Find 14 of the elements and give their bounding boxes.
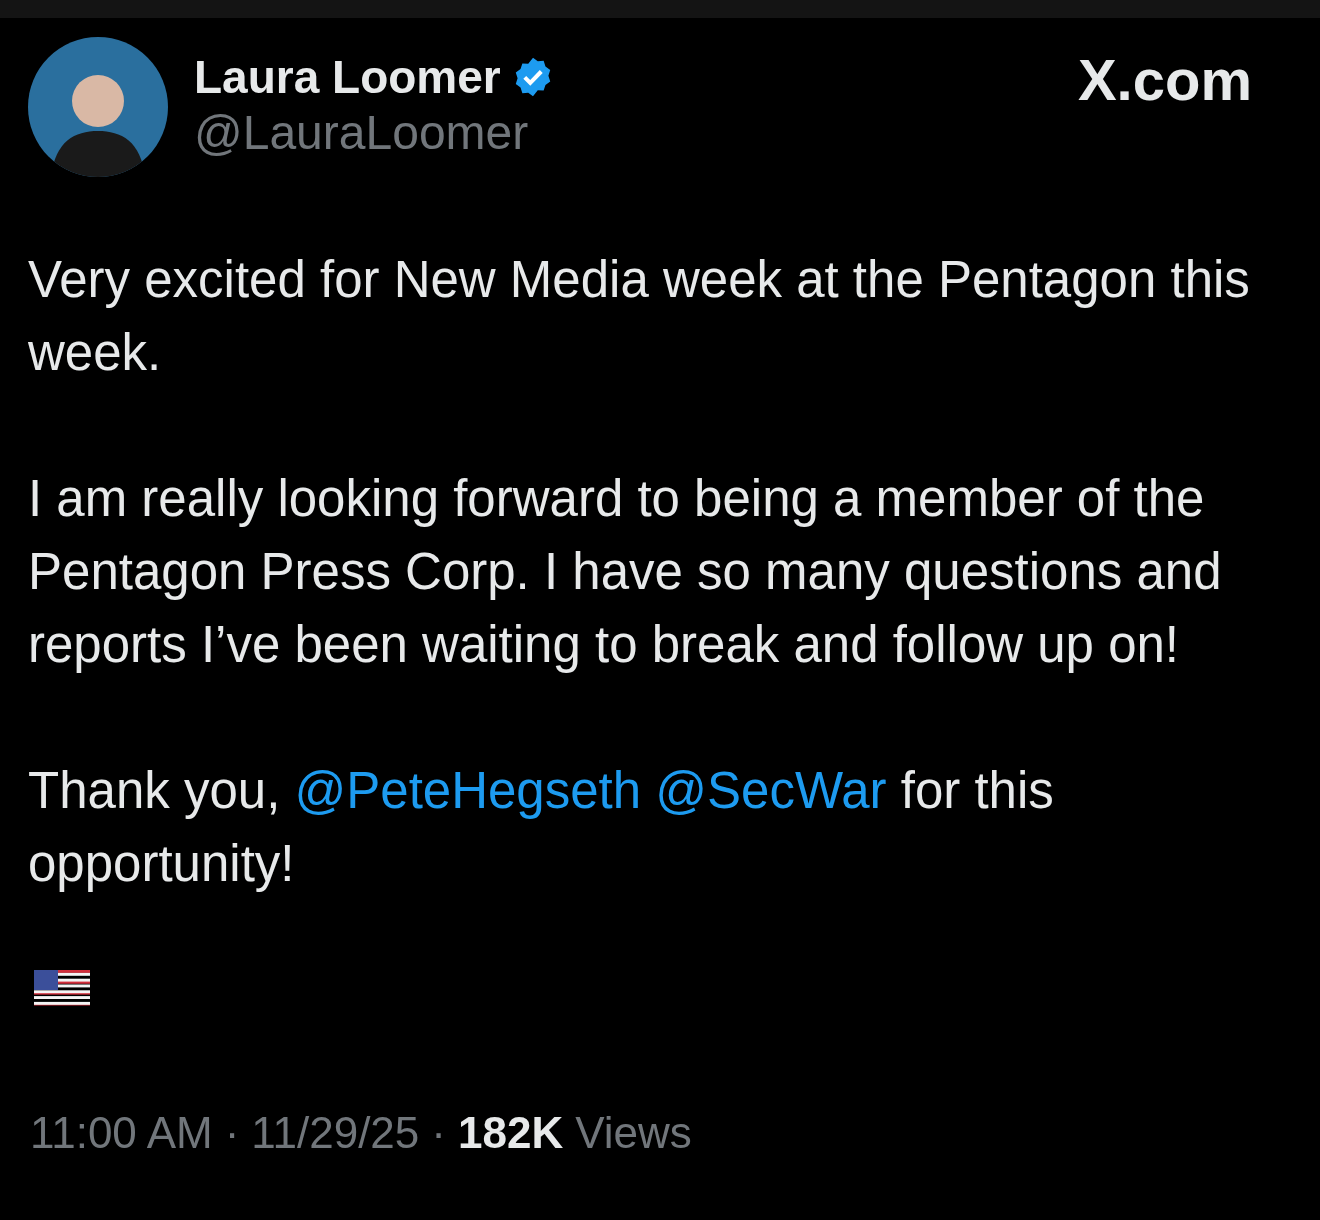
- author-handle[interactable]: @LauraLoomer: [194, 105, 555, 161]
- views-count: 182K: [457, 1108, 564, 1158]
- author-name[interactable]: Laura Loomer: [194, 49, 501, 105]
- mention-link[interactable]: @PeteHegseth: [294, 762, 642, 819]
- views-label: Views: [575, 1108, 692, 1158]
- tweet-date: 11/29/25: [251, 1108, 420, 1158]
- separator-dot: ·: [224, 1108, 240, 1158]
- tweet-paragraph: Thank you, @PeteHegseth @SecWar for this opportunity!: [28, 761, 1055, 894]
- site-label: X.com: [1077, 46, 1252, 114]
- mention-link[interactable]: @SecWar: [655, 762, 887, 819]
- tweet-time: 11:00 AM: [30, 1108, 213, 1158]
- tweet-paragraph: I am really looking forward to being a member of the Pentagon Press Corp. I have so many questions and reports I’ve been waiting to break and follow up on!: [28, 469, 1223, 675]
- tweet-paragraph: Very excited for New Media week at the Pentagon this week.: [28, 250, 1251, 383]
- separator-dot: ·: [431, 1108, 446, 1158]
